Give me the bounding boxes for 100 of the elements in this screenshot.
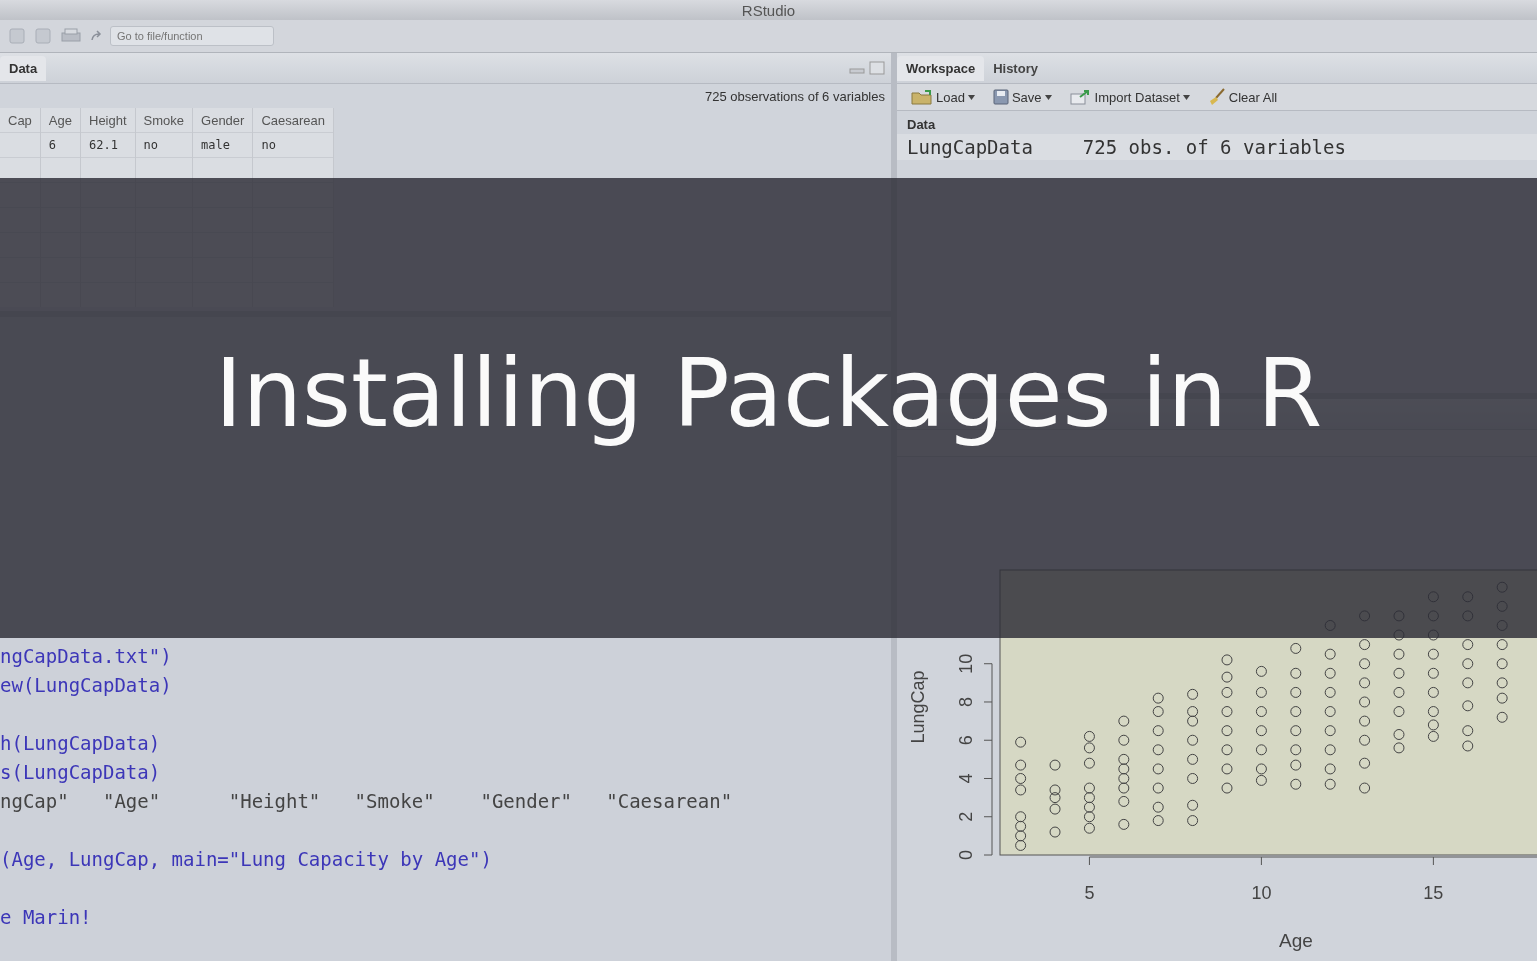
column-header[interactable]: Smoke xyxy=(135,108,193,133)
data-point xyxy=(1290,778,1302,790)
data-point xyxy=(1015,839,1027,851)
object-summary: 725 obs. of 6 variables xyxy=(1082,136,1346,158)
table-cell: 6 xyxy=(48,138,57,152)
data-point xyxy=(1118,753,1130,765)
data-point xyxy=(1187,753,1199,765)
x-tick-label: 5 xyxy=(1084,883,1095,903)
data-point xyxy=(1015,811,1027,823)
data-point xyxy=(1290,744,1302,756)
section-heading: Data xyxy=(906,116,937,134)
data-point xyxy=(1255,763,1267,775)
data-point xyxy=(1324,667,1336,679)
data-point xyxy=(1359,715,1371,727)
data-point xyxy=(1083,757,1095,769)
data-point xyxy=(1427,667,1439,679)
data-point xyxy=(1152,763,1164,775)
x-tick-label: 10 xyxy=(1251,883,1272,903)
data-point xyxy=(1083,822,1095,834)
data-point xyxy=(1393,667,1405,679)
window-title: RStudio xyxy=(741,1,796,19)
data-point xyxy=(1255,774,1267,786)
data-point xyxy=(1015,820,1027,832)
data-point xyxy=(1462,740,1474,752)
data-point xyxy=(1083,792,1095,804)
folder-icon xyxy=(911,89,933,105)
console-command: (Age, LungCap, main="Lung Capacity by Age") xyxy=(0,848,492,870)
data-point xyxy=(1393,706,1405,718)
data-point xyxy=(1187,799,1199,811)
maximize-icon[interactable] xyxy=(869,61,885,75)
y-axis-label: LungCap xyxy=(908,670,928,744)
data-point xyxy=(1324,744,1336,756)
data-point xyxy=(1462,725,1474,737)
clear-button[interactable]: Clear All xyxy=(1205,86,1280,108)
tab[interactable]: Workspace xyxy=(897,55,985,81)
data-point xyxy=(1049,792,1061,804)
data-point xyxy=(1015,759,1027,771)
data-point xyxy=(1359,696,1371,708)
y-tick-label: 10 xyxy=(956,653,976,674)
data-point xyxy=(1187,815,1199,827)
data-tab[interactable]: Data xyxy=(0,55,47,81)
data-point xyxy=(1152,801,1164,813)
x-tick-label: 15 xyxy=(1423,883,1444,903)
table-cell: male xyxy=(201,138,230,152)
load-button[interactable]: Load xyxy=(909,87,977,107)
data-point xyxy=(1359,639,1371,651)
data-point xyxy=(1221,671,1233,683)
data-point xyxy=(1152,706,1164,718)
y-tick-label: 2 xyxy=(956,811,976,822)
column-header[interactable]: Height xyxy=(80,108,136,133)
data-point xyxy=(1496,711,1508,723)
tab[interactable]: History xyxy=(984,55,1047,81)
y-tick-label: 0 xyxy=(956,850,976,860)
data-point xyxy=(1462,700,1474,712)
console-output: ngCap" "Age" "Height" "Smoke" "Gender" "Caesarean" xyxy=(0,790,733,812)
data-point xyxy=(1118,734,1130,746)
data-point xyxy=(1255,686,1267,698)
data-point xyxy=(1221,744,1233,756)
video-title: Installing Packages in R xyxy=(214,338,1323,450)
data-point xyxy=(1290,725,1302,737)
object-name[interactable]: LungCapData xyxy=(907,136,1033,158)
column-header[interactable]: Cap xyxy=(0,108,41,133)
data-point xyxy=(1049,759,1061,771)
table-cell: 62.1 xyxy=(89,138,118,152)
data-point xyxy=(1118,782,1130,794)
data-point xyxy=(1496,692,1508,704)
data-point xyxy=(1290,667,1302,679)
data-point xyxy=(1187,706,1199,718)
import-button[interactable]: Import Dataset xyxy=(1067,87,1192,107)
data-point xyxy=(1255,725,1267,737)
data-point xyxy=(1118,773,1130,784)
data-point xyxy=(1221,763,1233,775)
data-point xyxy=(1324,648,1336,660)
column-header[interactable]: Caesarean xyxy=(252,108,334,133)
printer-icon[interactable] xyxy=(60,27,82,45)
data-point xyxy=(1187,688,1199,700)
data-point xyxy=(1324,763,1336,775)
y-tick-label: 4 xyxy=(956,773,976,784)
observation-count: 725 observations of 6 variables xyxy=(705,88,885,104)
data-point xyxy=(1427,686,1439,698)
data-point xyxy=(1118,818,1130,830)
data-point xyxy=(1393,729,1405,740)
data-point xyxy=(1359,658,1371,670)
column-header[interactable]: Age xyxy=(40,108,81,133)
data-point xyxy=(1496,677,1508,689)
data-point xyxy=(1118,763,1130,775)
data-point xyxy=(1290,642,1302,654)
y-tick-label: 6 xyxy=(956,735,976,746)
data-point xyxy=(1255,706,1267,718)
data-point xyxy=(1427,706,1439,718)
data-point xyxy=(1393,742,1405,754)
data-point xyxy=(1221,706,1233,718)
column-header[interactable]: Gender xyxy=(192,108,253,133)
data-point xyxy=(1049,784,1061,796)
data-point xyxy=(1359,782,1371,794)
go-to-file-field[interactable]: Go to file/function xyxy=(110,26,274,46)
data-point xyxy=(1221,654,1233,666)
save-button[interactable]: Save xyxy=(990,87,1054,107)
console-command: s(LungCapData) xyxy=(0,761,161,783)
data-point xyxy=(1015,773,1027,784)
